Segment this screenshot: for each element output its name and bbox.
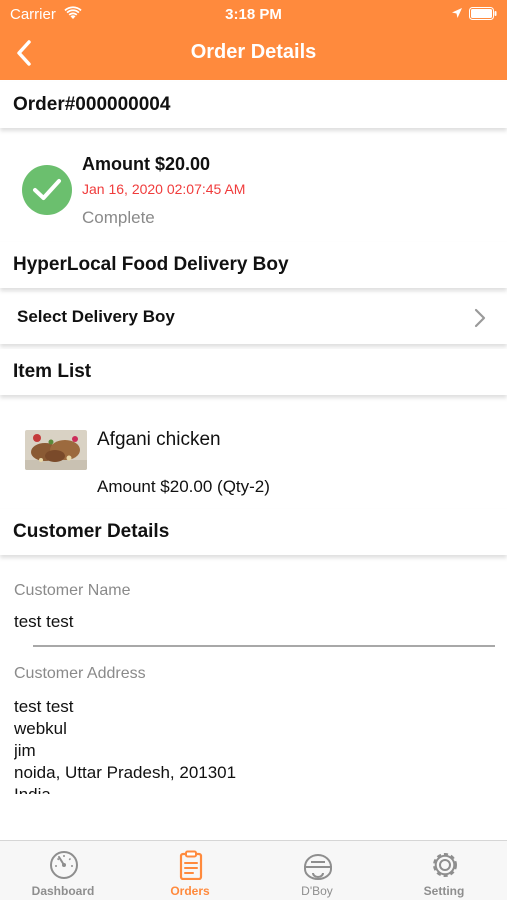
tab-bar: Dashboard Orders D'Boy Setting xyxy=(0,840,507,900)
gear-icon xyxy=(433,853,457,877)
complete-check-icon xyxy=(22,165,72,215)
tab-label: Orders xyxy=(170,884,210,898)
order-number-header: Order#000000004 xyxy=(0,82,507,128)
select-delivery-boy-label: Select Delivery Boy xyxy=(17,307,175,326)
item-list-header: Item List xyxy=(0,349,507,395)
address-line: test test xyxy=(14,697,74,716)
battery-icon xyxy=(469,7,497,20)
tab-dashboard[interactable]: Dashboard xyxy=(0,841,126,900)
order-amount: Amount $20.00 xyxy=(82,154,211,174)
clock: 3:18 PM xyxy=(225,6,282,23)
app-header: Carrier 3:18 PM Order Details xyxy=(0,0,507,80)
clipboard-icon xyxy=(179,850,203,880)
order-summary xyxy=(0,128,507,240)
page-title: Order Details xyxy=(190,41,317,63)
customer-name-label: Customer Name xyxy=(14,582,131,599)
address-line: noida, Uttar Pradesh, 201301 xyxy=(14,763,237,782)
delivery-helmet-icon xyxy=(303,854,333,880)
tab-label: Dashboard xyxy=(31,884,95,898)
address-line: jim xyxy=(14,741,36,760)
chevron-right-icon xyxy=(474,308,486,328)
status-bar: Carrier 3:18 PM xyxy=(0,0,507,28)
tab-label: Setting xyxy=(423,884,465,898)
address-line: webkul xyxy=(14,719,67,738)
order-details-scroll[interactable]: Order#000000004 Amount $20.00 Jan 16, 20… xyxy=(0,80,507,794)
address-line: India xyxy=(14,784,484,794)
customer-name-value: test test xyxy=(14,612,74,631)
tab-label: D'Boy xyxy=(301,884,333,898)
order-date: Jan 16, 2020 02:07:45 AM xyxy=(82,181,246,197)
tab-orders[interactable]: Orders xyxy=(127,841,253,900)
tab-setting[interactable]: Setting xyxy=(381,841,507,900)
item-name: Afgani chicken xyxy=(97,429,221,450)
food-thumbnail-image xyxy=(25,430,87,470)
navigation-bar: Order Details xyxy=(0,28,507,80)
tab-delivery-boy[interactable]: D'Boy xyxy=(254,841,380,900)
dashboard-gauge-icon xyxy=(50,851,78,879)
delivery-boy-section-header: HyperLocal Food Delivery Boy xyxy=(0,242,507,288)
order-status: Complete xyxy=(82,208,155,227)
divider xyxy=(33,645,495,647)
customer-details-header: Customer Details xyxy=(0,509,507,555)
select-delivery-boy-row[interactable]: Select Delivery Boy xyxy=(0,292,507,344)
customer-address-label: Customer Address xyxy=(14,665,146,682)
customer-address-value: test test webkul jim noida, Uttar Prades… xyxy=(14,696,484,794)
item-amount: Amount $20.00 (Qty-2) xyxy=(97,477,270,496)
location-arrow-icon xyxy=(452,8,462,18)
